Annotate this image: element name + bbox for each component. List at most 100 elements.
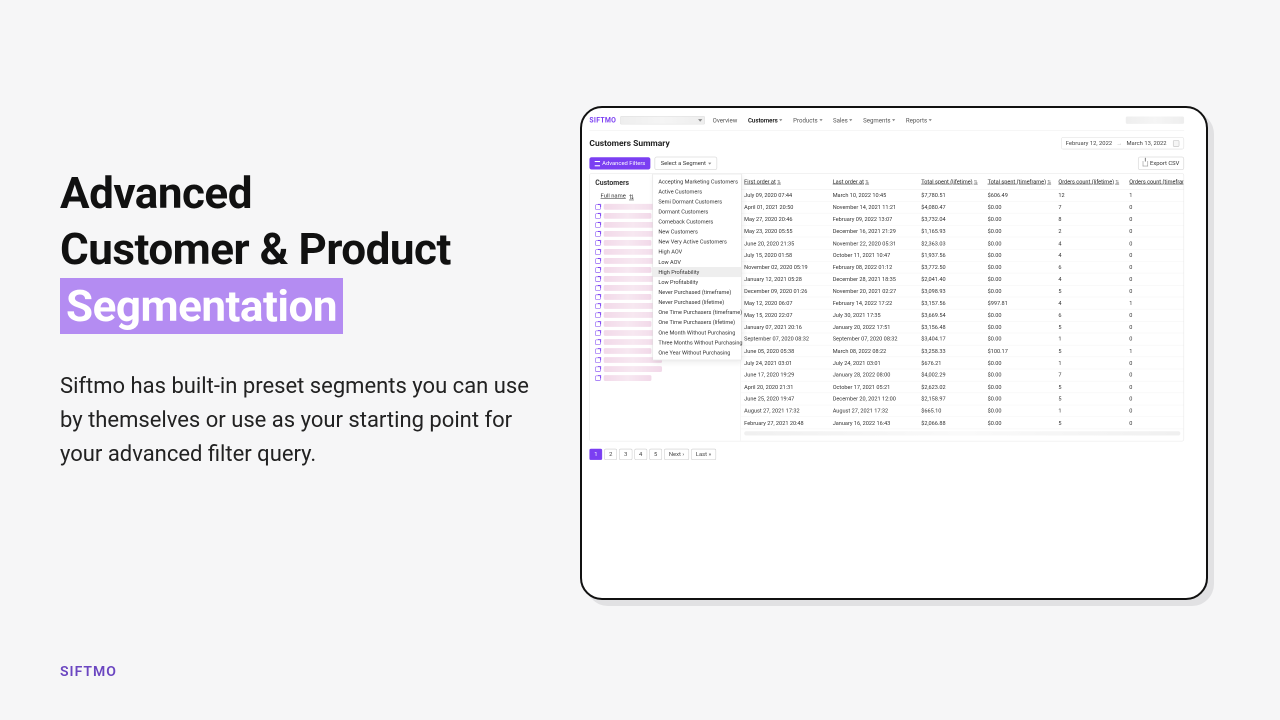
customers-name-column: Customers Full name ⇅ Accepting Marketin… — [590, 174, 741, 441]
external-link-icon[interactable] — [595, 312, 600, 317]
col-total-spent-lifetime[interactable]: Total spent (lifetime)⇅ — [918, 174, 984, 190]
nav-reports[interactable]: Reports — [903, 115, 935, 125]
store-switcher[interactable] — [620, 116, 705, 124]
table-row[interactable]: June 05, 2020 05:38March 08, 2022 08:22$… — [741, 345, 1184, 357]
external-link-icon[interactable] — [595, 294, 600, 299]
external-link-icon[interactable] — [595, 249, 600, 254]
table-row[interactable]: November 02, 2020 05:19February 08, 2022… — [741, 261, 1184, 273]
external-link-icon[interactable] — [595, 204, 600, 209]
nav-products[interactable]: Products — [790, 115, 826, 125]
horizontal-scrollbar[interactable] — [744, 431, 1180, 435]
segment-option[interactable]: New Customers — [653, 227, 741, 237]
col-orders-timeframe[interactable]: Orders count (timeframe)⇅ — [1126, 174, 1184, 190]
nav-segments[interactable]: Segments — [860, 115, 898, 125]
table-row[interactable]: July 15, 2020 01:58October 11, 2021 10:4… — [741, 249, 1184, 261]
segment-dropdown-menu[interactable]: Accepting Marketing CustomersActive Cust… — [652, 174, 741, 361]
topbar: SIFTMO Overview Customers Products Sales… — [589, 113, 1184, 130]
segment-option[interactable]: One Time Purchasers (lifetime) — [653, 317, 741, 327]
external-link-icon[interactable] — [595, 357, 600, 362]
segment-option[interactable]: Low Profitability — [653, 277, 741, 287]
table-row[interactable]: July 09, 2020 07:44March 10, 2022 10:45$… — [741, 189, 1184, 201]
table-row[interactable]: June 17, 2020 19:29January 28, 2022 08:0… — [741, 369, 1184, 381]
segment-option[interactable]: Dormant Customers — [653, 207, 741, 217]
external-link-icon[interactable] — [595, 339, 600, 344]
external-link-icon[interactable] — [595, 366, 600, 371]
external-link-icon[interactable] — [595, 267, 600, 272]
segment-option[interactable]: High Profitability — [653, 267, 741, 277]
table-row[interactable]: February 27, 2021 20:48January 16, 2022 … — [741, 417, 1184, 429]
segment-option[interactable]: Comeback Customers — [653, 217, 741, 227]
page-4[interactable]: 4 — [634, 449, 647, 460]
page-5[interactable]: 5 — [649, 449, 662, 460]
segment-option[interactable]: Never Purchased (lifetime) — [653, 297, 741, 307]
segment-option[interactable]: Active Customers — [653, 186, 741, 196]
segment-option[interactable]: Low AOV — [653, 257, 741, 267]
nav-customers[interactable]: Customers — [745, 115, 786, 125]
select-segment-dropdown[interactable]: Select a Segment — [655, 157, 717, 170]
table-row-name[interactable] — [590, 374, 741, 383]
external-link-icon[interactable] — [595, 222, 600, 227]
nav-sales[interactable]: Sales — [830, 115, 856, 125]
caret-down-icon — [698, 119, 702, 122]
customer-name-redacted — [604, 375, 652, 381]
external-link-icon[interactable] — [595, 240, 600, 245]
table-row-name[interactable] — [590, 365, 741, 374]
table-row[interactable]: April 01, 2021 20:50November 14, 2021 11… — [741, 201, 1184, 213]
segment-option[interactable]: Semi Dormant Customers — [653, 197, 741, 207]
external-link-icon[interactable] — [595, 258, 600, 263]
table-row[interactable]: January 07, 2021 20:16January 20, 2022 1… — [741, 321, 1184, 333]
table-row[interactable]: May 12, 2020 06:07February 14, 2022 17:2… — [741, 297, 1184, 309]
table-row[interactable]: July 24, 2021 03:01July 24, 2021 03:01$6… — [741, 357, 1184, 369]
table-row[interactable]: May 15, 2020 22:07July 30, 2021 17:35$3,… — [741, 309, 1184, 321]
external-link-icon[interactable] — [595, 213, 600, 218]
download-icon — [1143, 161, 1148, 166]
gear-icon[interactable] — [1173, 140, 1179, 146]
segment-option[interactable]: New Very Active Customers — [653, 237, 741, 247]
segment-option[interactable]: High AOV — [653, 247, 741, 257]
external-link-icon[interactable] — [595, 321, 600, 326]
export-csv-button[interactable]: Export CSV — [1138, 157, 1184, 170]
segment-option[interactable]: Never Purchased (timeframe) — [653, 287, 741, 297]
external-link-icon[interactable] — [595, 231, 600, 236]
table-row[interactable]: June 25, 2020 19:47December 20, 2021 12:… — [741, 393, 1184, 405]
table-row[interactable]: September 07, 2020 08:32September 07, 20… — [741, 333, 1184, 345]
marketing-body: Siftmo has built-in preset segments you … — [60, 370, 540, 472]
page-3[interactable]: 3 — [619, 449, 632, 460]
nav-overview[interactable]: Overview — [709, 115, 740, 125]
table-row[interactable]: April 20, 2020 21:31October 17, 2021 05:… — [741, 381, 1184, 393]
table-row[interactable]: January 12, 2021 05:28December 28, 2021 … — [741, 273, 1184, 285]
col-first-order[interactable]: First order at⇅ — [741, 174, 830, 190]
date-range-picker[interactable]: February 12, 2022 → March 13, 2022 — [1061, 137, 1184, 149]
table-row[interactable]: August 27, 2021 17:32August 27, 2021 17:… — [741, 405, 1184, 417]
segment-option[interactable]: One Year Without Purchasing — [653, 348, 741, 358]
caret-down-icon — [779, 119, 782, 121]
page-1[interactable]: 1 — [589, 449, 602, 460]
col-last-order[interactable]: Last order at⇅ — [830, 174, 919, 190]
col-orders-lifetime[interactable]: Orders count (lifetime)⇅ — [1055, 174, 1126, 190]
col-total-spent-timeframe[interactable]: Total spent (timeframe)⇅ — [984, 174, 1055, 190]
external-link-icon[interactable] — [595, 285, 600, 290]
user-menu[interactable] — [1126, 116, 1184, 123]
table-row[interactable]: May 27, 2020 20:46February 09, 2022 13:0… — [741, 213, 1184, 225]
table-row[interactable]: December 09, 2020 01:26November 20, 2021… — [741, 285, 1184, 297]
table-row[interactable]: May 23, 2020 05:55December 16, 2021 21:2… — [741, 225, 1184, 237]
page-next[interactable]: Next › — [664, 449, 689, 460]
external-link-icon[interactable] — [595, 330, 600, 335]
advanced-filters-button[interactable]: Advanced Filters — [589, 157, 650, 169]
segment-option[interactable]: Three Months Without Purchasing — [653, 337, 741, 347]
page-last[interactable]: Last » — [691, 449, 716, 460]
page-2[interactable]: 2 — [604, 449, 617, 460]
segment-option[interactable]: Accepting Marketing Customers — [653, 176, 741, 186]
customer-name-redacted — [604, 213, 652, 219]
external-link-icon[interactable] — [595, 276, 600, 281]
customer-name-redacted — [604, 294, 652, 300]
segment-option[interactable]: One Month Without Purchasing — [653, 327, 741, 337]
external-link-icon[interactable] — [595, 375, 600, 380]
table-row[interactable]: June 20, 2020 21:35November 22, 2020 05:… — [741, 237, 1184, 249]
segment-option[interactable]: One Time Purchasers (timeframe) — [653, 307, 741, 317]
date-to: March 13, 2022 — [1126, 140, 1166, 147]
external-link-icon[interactable] — [595, 348, 600, 353]
filter-icon — [595, 161, 600, 166]
sort-icon: ⇅ — [629, 194, 633, 198]
external-link-icon[interactable] — [595, 303, 600, 308]
